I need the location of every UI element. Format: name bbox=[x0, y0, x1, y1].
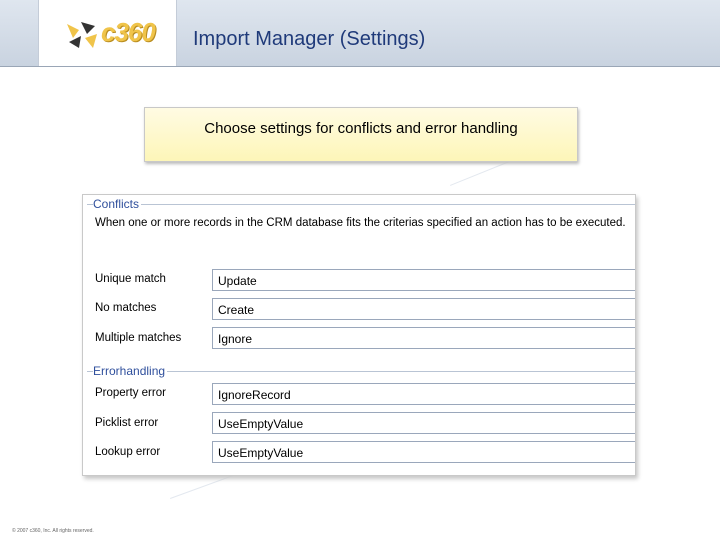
property-error-label: Property error bbox=[95, 387, 166, 399]
settings-panel: Conflicts When one or more records in th… bbox=[82, 194, 636, 476]
multiple-matches-field[interactable]: Ignore bbox=[212, 327, 635, 349]
no-matches-field[interactable]: Create bbox=[212, 298, 635, 320]
page-title: Import Manager (Settings) bbox=[193, 28, 426, 50]
unique-match-field[interactable]: Update bbox=[212, 269, 635, 291]
c360-logo-icon bbox=[67, 22, 97, 48]
conflicts-description: When one or more records in the CRM data… bbox=[95, 217, 626, 229]
logo: c360 bbox=[38, 0, 177, 66]
property-error-field[interactable]: IgnoreRecord bbox=[212, 383, 635, 405]
no-matches-label: No matches bbox=[95, 302, 157, 314]
instruction-banner: Choose settings for conflicts and error … bbox=[144, 107, 578, 162]
header-bar: c360 Import Manager (Settings) bbox=[0, 0, 720, 67]
copyright-text: © 2007 c360, Inc. All rights reserved. bbox=[12, 528, 94, 534]
picklist-error-field[interactable]: UseEmptyValue bbox=[212, 412, 635, 434]
lookup-error-label: Lookup error bbox=[95, 446, 161, 458]
banner-text: Choose settings for conflicts and error … bbox=[204, 120, 518, 137]
multiple-matches-label: Multiple matches bbox=[95, 332, 182, 344]
logo-text: c360 bbox=[101, 17, 156, 47]
lookup-error-field[interactable]: UseEmptyValue bbox=[212, 441, 635, 463]
conflicts-title: Conflicts bbox=[93, 197, 142, 211]
decorative-line bbox=[170, 474, 237, 499]
unique-match-label: Unique match bbox=[95, 273, 166, 285]
errorhandling-title: Errorhandling bbox=[93, 364, 168, 378]
picklist-error-label: Picklist error bbox=[95, 417, 159, 429]
